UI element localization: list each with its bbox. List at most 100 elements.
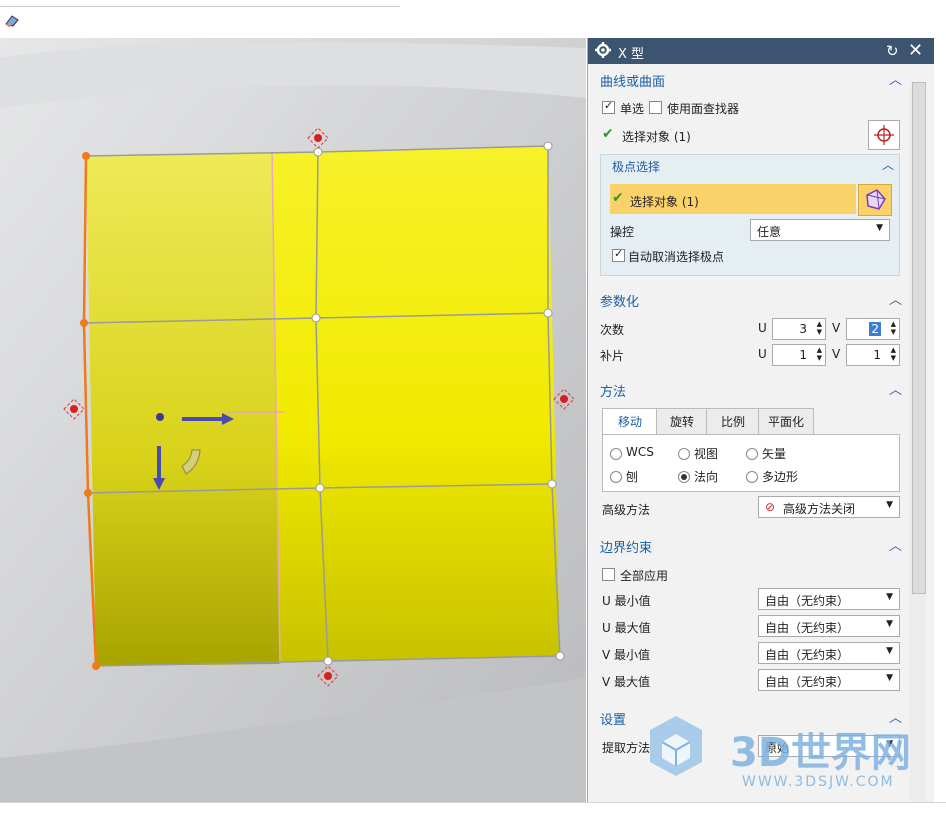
surface-shaded-band (86, 152, 280, 666)
single-select-label: 单选 (620, 102, 645, 116)
polygon-pick-icon (866, 189, 886, 210)
spin-up-icon[interactable]: ▲ (817, 346, 822, 354)
pole-picker-button[interactable] (858, 184, 892, 216)
prohibited-icon: ⊘ (765, 500, 776, 514)
collapse-icon[interactable]: ︿ (889, 379, 902, 398)
scene-svg[interactable] (0, 38, 586, 802)
method-section-title: 方法 (600, 385, 627, 400)
curve-select-object[interactable]: 选择对象 (1) (622, 128, 691, 145)
watermark-cube-icon (650, 716, 702, 776)
spin-up-icon[interactable]: ▲ (817, 320, 822, 328)
tab-scale[interactable]: 比例 (706, 408, 760, 436)
radio-view-label: 视图 (694, 447, 719, 461)
v-min-value: 自由（无约束） (765, 648, 850, 662)
pole-check-icon: ✔ (612, 190, 624, 206)
tab-planarize[interactable]: 平面化 (758, 408, 814, 436)
patch-v-label: V (832, 347, 841, 361)
boundary-section-header[interactable]: 边界约束 ︿ (594, 534, 906, 556)
reset-icon[interactable]: ↻ (886, 42, 899, 60)
v-min-label: V 最小值 (602, 648, 651, 662)
radio-vector[interactable] (746, 448, 758, 460)
face-finder-checkbox[interactable] (649, 101, 662, 114)
degree-u-label: U (758, 321, 767, 335)
v-max-select[interactable]: 自由（无约束） ▼ (758, 669, 900, 691)
param-section-header[interactable]: 参数化 ︿ (594, 288, 906, 310)
collapse-icon[interactable]: ︿ (889, 69, 902, 88)
degree-v-spinner[interactable]: 2 ▲ ▼ (846, 318, 900, 340)
v-max-label: V 最大值 (602, 675, 651, 689)
collapse-icon[interactable]: ︿ (889, 289, 902, 308)
watermark-brand: 3D世界网 (730, 730, 912, 776)
u-max-select[interactable]: 自由（无约束） ▼ (758, 615, 900, 637)
degree-u-value: 3 (799, 322, 807, 336)
patch-u-value: 1 (799, 348, 807, 362)
manipulate-value: 任意 (757, 225, 782, 239)
spin-down-icon[interactable]: ▼ (891, 328, 896, 336)
radio-plane[interactable] (610, 471, 622, 483)
u-max-value: 自由（无约束） (765, 621, 850, 635)
collapse-icon[interactable]: ︿ (889, 535, 902, 554)
pole-section-title: 极点选择 (612, 160, 661, 174)
u-max-label: U 最大值 (602, 621, 651, 635)
chevron-down-icon: ▼ (876, 223, 883, 233)
v-max-value: 自由（无约束） (765, 675, 850, 689)
spin-up-icon[interactable]: ▲ (891, 346, 896, 354)
check-icon: ✔ (602, 126, 614, 142)
crosshair-icon (874, 125, 894, 145)
degree-u-spinner[interactable]: 3 ▲ ▼ (772, 318, 826, 340)
chevron-down-icon: ▼ (886, 646, 893, 656)
patch-v-spinner[interactable]: 1 ▲ ▼ (846, 344, 900, 366)
dialog-scrollbar[interactable] (910, 82, 926, 802)
method-section-header[interactable]: 方法 ︿ (594, 378, 906, 400)
radio-plane-label: 刨 (626, 470, 639, 484)
pole-select-object[interactable]: 选择对象 (1) (630, 193, 699, 210)
spin-down-icon[interactable]: ▼ (817, 354, 822, 362)
single-select-checkbox[interactable] (602, 99, 615, 114)
spin-down-icon[interactable]: ▼ (817, 328, 822, 336)
radio-polygon-label: 多边形 (762, 470, 799, 484)
chevron-down-icon: ▼ (886, 619, 893, 629)
manipulate-select[interactable]: 任意 ▼ (750, 219, 890, 241)
graphics-viewport[interactable] (0, 38, 586, 802)
u-min-select[interactable]: 自由（无约束） ▼ (758, 588, 900, 610)
patch-u-label: U (758, 347, 767, 361)
gear-icon[interactable] (594, 41, 612, 59)
curve-section-title: 曲线或曲面 (600, 75, 666, 90)
patch-u-spinner[interactable]: 1 ▲ ▼ (772, 344, 826, 366)
auto-deselect-label: 自动取消选择极点 (628, 250, 725, 264)
tab-move[interactable]: 移动 (602, 408, 658, 436)
param-section-title: 参数化 (600, 295, 640, 310)
radio-polygon[interactable] (746, 471, 758, 483)
face-finder-label: 使用面查找器 (667, 102, 740, 116)
v-min-select[interactable]: 自由（无约束） ▼ (758, 642, 900, 664)
toolbar-strip (0, 0, 400, 7)
radio-normal[interactable] (678, 471, 690, 483)
radio-view[interactable] (678, 448, 690, 460)
crosshair-select-button[interactable] (868, 120, 900, 150)
app-icon[interactable] (4, 14, 20, 28)
dialog-title: X 型 (618, 47, 645, 62)
u-min-label: U 最小值 (602, 594, 651, 608)
tab-rotate[interactable]: 旋转 (656, 408, 708, 436)
radio-vector-label: 矢量 (762, 447, 787, 461)
advanced-method-select[interactable]: ⊘ 高级方法关闭 ▼ (758, 496, 900, 518)
method-tabs: 移动 旋转 比例 平面化 (602, 408, 898, 436)
apply-all-label: 全部应用 (620, 569, 669, 583)
manipulate-label: 操控 (610, 225, 635, 239)
apply-all-checkbox[interactable] (602, 568, 615, 581)
patch-v-value: 1 (873, 348, 881, 362)
degree-v-label: V (832, 321, 841, 335)
scrollbar-thumb[interactable] (912, 82, 926, 594)
chevron-down-icon: ▼ (886, 592, 893, 602)
pole-collapse-icon[interactable]: ︿ (882, 156, 894, 173)
status-bar (0, 802, 946, 817)
radio-normal-label: 法向 (694, 470, 719, 484)
extract-method-label: 提取方法 (602, 741, 651, 755)
settings-section-title: 设置 (600, 713, 627, 728)
auto-deselect-checkbox[interactable] (612, 247, 625, 262)
spin-up-icon[interactable]: ▲ (891, 320, 896, 328)
curve-section-header[interactable]: 曲线或曲面 ︿ (594, 68, 906, 90)
radio-wcs[interactable] (610, 448, 622, 460)
close-icon[interactable]: ✕ (908, 40, 923, 61)
spin-down-icon[interactable]: ▼ (891, 354, 896, 362)
